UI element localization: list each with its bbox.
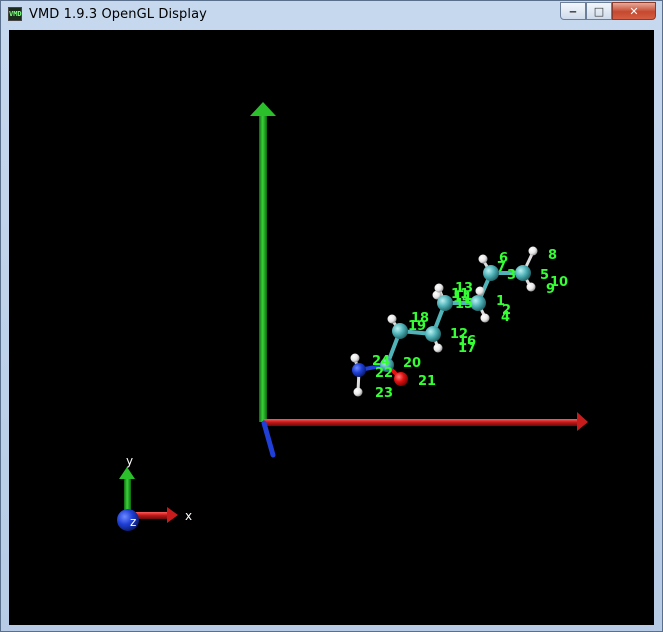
orientation-axes: y x z <box>117 454 192 531</box>
atom-label: 20 <box>403 356 421 371</box>
atom-label: 3 <box>507 268 516 283</box>
atom-label: 15 <box>455 297 473 312</box>
window-title: VMD 1.9.3 OpenGL Display <box>29 7 207 22</box>
window-controls: ‒ □ ✕ <box>560 2 656 20</box>
atom-label: 23 <box>375 386 393 401</box>
minimize-button[interactable]: ‒ <box>560 2 586 20</box>
molecule-scene: 1 2 3 4 5 6 7 8 9 10 11 12 13 14 15 16 1… <box>117 102 588 531</box>
vmd-app-icon: VMD <box>8 7 22 21</box>
oxygen-atom <box>394 372 408 386</box>
x-axis-label: x <box>185 509 192 523</box>
atom-label: 8 <box>548 248 557 263</box>
close-button[interactable]: ✕ <box>612 2 656 20</box>
opengl-display[interactable]: 1 2 3 4 5 6 7 8 9 10 11 12 13 14 15 16 1… <box>9 30 654 625</box>
maximize-icon: □ <box>593 4 605 18</box>
big-x-axis <box>263 412 588 431</box>
atom-label: 17 <box>458 341 476 356</box>
atom-label: 7 <box>497 260 506 275</box>
z-axis-label: z <box>130 515 136 529</box>
minimize-icon: ‒ <box>569 4 577 18</box>
nitrogen-atom <box>352 363 366 377</box>
atom-label: 4 <box>501 310 510 325</box>
atom-label: 21 <box>418 374 436 389</box>
big-z-axis <box>261 420 276 458</box>
close-icon: ✕ <box>629 4 639 18</box>
big-y-axis <box>250 102 276 422</box>
atom-label: 5 <box>540 268 549 283</box>
title-bar[interactable]: VMD VMD 1.9.3 OpenGL Display ‒ □ ✕ <box>1 1 662 29</box>
atom-label: 19 <box>408 319 426 334</box>
atom-label: 24 <box>372 354 390 369</box>
atom-label: 10 <box>550 275 568 290</box>
y-axis-label: y <box>126 454 133 468</box>
vmd-window: VMD VMD 1.9.3 OpenGL Display ‒ □ ✕ 1 2 3… <box>0 0 663 632</box>
maximize-button[interactable]: □ <box>586 2 612 20</box>
